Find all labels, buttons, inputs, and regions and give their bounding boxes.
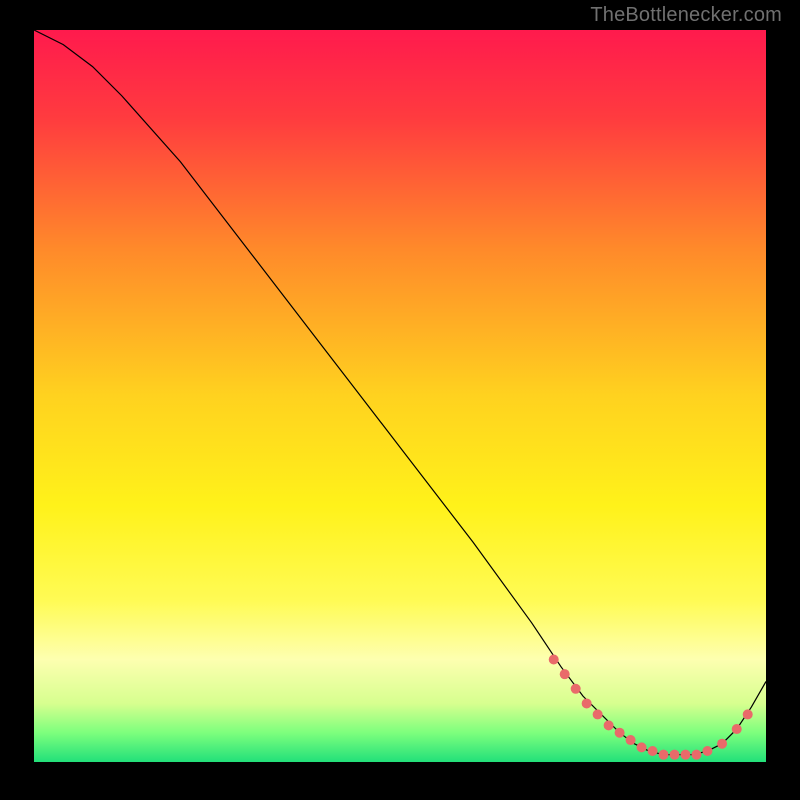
marker-dot (717, 739, 727, 749)
marker-dot (571, 684, 581, 694)
marker-dot (670, 750, 680, 760)
marker-dot (702, 746, 712, 756)
marker-dot (626, 735, 636, 745)
marker-dot (732, 724, 742, 734)
chart-svg (34, 30, 766, 762)
marker-dot (648, 746, 658, 756)
marker-dot (549, 655, 559, 665)
marker-dot (659, 750, 669, 760)
marker-dot (615, 728, 625, 738)
marker-dot (593, 709, 603, 719)
marker-dot (743, 709, 753, 719)
watermark-text: TheBottlenecker.com (590, 4, 782, 27)
marker-dot (691, 750, 701, 760)
marker-dot (604, 720, 614, 730)
chart-plot-area (34, 30, 766, 762)
gradient-background (34, 30, 766, 762)
marker-dot (560, 669, 570, 679)
marker-dot (680, 750, 690, 760)
marker-dot (582, 698, 592, 708)
marker-dot (637, 742, 647, 752)
